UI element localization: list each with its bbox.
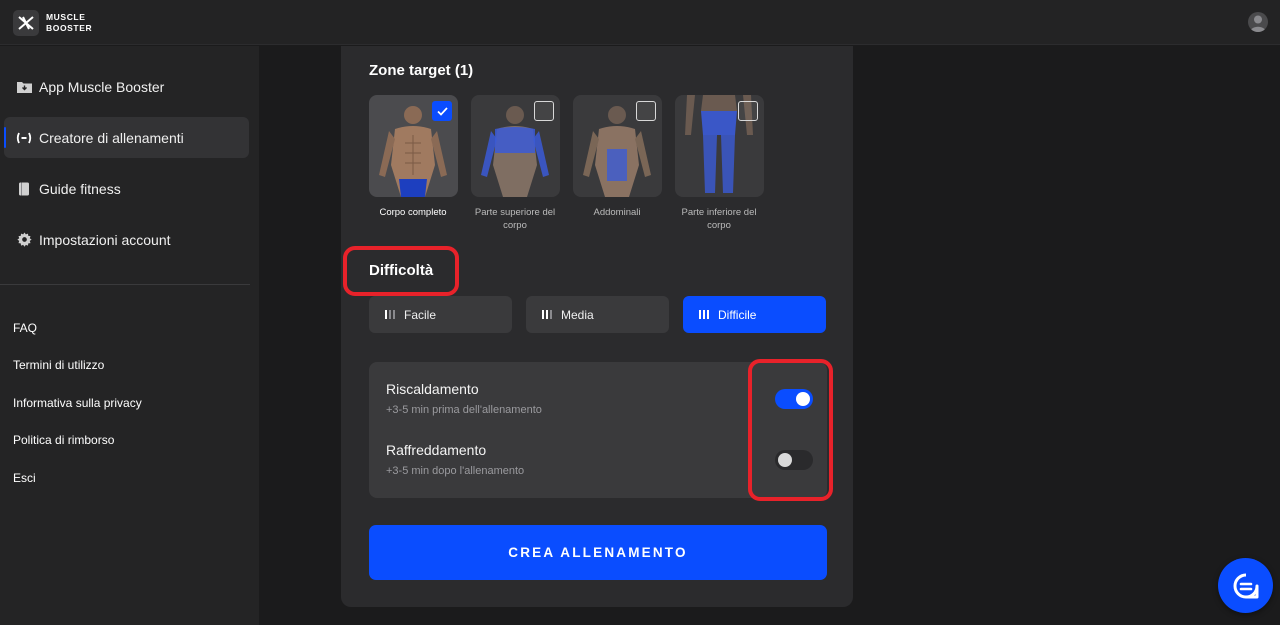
cooldown-subtitle: +3-5 min dopo l'allenamento	[386, 465, 525, 477]
folder-download-icon	[16, 79, 32, 95]
difficulty-bars-icon	[699, 310, 709, 319]
sidebar-item-label: Guide fitness	[39, 180, 121, 197]
workout-builder-card: Zone target (1) Corpo completo Parte sup…	[341, 46, 853, 607]
zone-checkbox[interactable]	[432, 101, 452, 121]
zone-checkbox[interactable]	[534, 101, 554, 121]
link-logout[interactable]: Esci	[13, 471, 36, 485]
difficulty-bars-icon	[385, 310, 395, 319]
link-terms[interactable]: Termini di utilizzo	[13, 358, 104, 372]
sidebar-item-app[interactable]: App Muscle Booster	[4, 66, 249, 107]
zone-checkbox[interactable]	[738, 101, 758, 121]
muscle-booster-logo-icon	[13, 10, 39, 36]
link-privacy[interactable]: Informativa sulla privacy	[13, 396, 142, 410]
sidebar-divider	[0, 284, 250, 285]
chat-support-button[interactable]	[1218, 558, 1273, 613]
zone-label: Parte inferiore del corpo	[681, 207, 757, 231]
link-refund[interactable]: Politica di rimborso	[13, 433, 114, 447]
gear-icon	[16, 232, 32, 248]
difficulty-option-easy[interactable]: Facile	[369, 296, 512, 333]
difficulty-label: Facile	[404, 307, 437, 322]
sidebar-item-guides[interactable]: Guide fitness	[4, 168, 249, 209]
zone-label: Corpo completo	[379, 207, 447, 218]
zone-upper-body[interactable]	[471, 95, 560, 197]
difficulty-option-medium[interactable]: Media	[526, 296, 669, 333]
zone-label: Parte superiore del corpo	[474, 207, 556, 231]
difficulty-bars-icon	[542, 310, 552, 319]
chat-icon	[1233, 573, 1258, 598]
zones-title: Zone target (1)	[369, 62, 474, 79]
difficulty-label: Media	[561, 307, 594, 322]
check-icon	[436, 106, 448, 116]
sidebar: App Muscle Booster Creatore di allenamen…	[0, 46, 259, 625]
zone-lower-body[interactable]	[675, 95, 764, 197]
warmup-title: Riscaldamento	[386, 381, 479, 397]
difficulty-label: Difficile	[718, 307, 757, 322]
sidebar-item-label: Creatore di allenamenti	[39, 129, 184, 146]
annotation-highlight-toggles	[748, 359, 833, 501]
sidebar-item-label: Impostazioni account	[39, 231, 171, 248]
sidebar-item-account-settings[interactable]: Impostazioni account	[4, 219, 249, 260]
avatar[interactable]	[1248, 12, 1268, 32]
zone-abs[interactable]	[573, 95, 662, 197]
link-faq[interactable]: FAQ	[13, 321, 37, 335]
top-bar: MUSCLE BOOSTER	[0, 0, 1280, 45]
cooldown-title: Raffreddamento	[386, 442, 487, 458]
zone-full-body[interactable]	[369, 95, 458, 197]
book-icon	[16, 181, 32, 197]
brand-logo[interactable]: MUSCLE BOOSTER	[13, 10, 106, 36]
sidebar-item-label: App Muscle Booster	[39, 78, 165, 95]
create-workout-button[interactable]: CREA ALLENAMENTO	[369, 525, 827, 580]
brand-line-1: MUSCLE	[46, 12, 86, 22]
annotation-highlight-difficulty	[343, 246, 459, 296]
brand-line-2: BOOSTER	[46, 23, 93, 33]
warmup-subtitle: +3-5 min prima dell'allenamento	[386, 404, 542, 416]
zone-label: Addominali	[593, 207, 641, 218]
workout-builder-icon	[16, 130, 32, 146]
sidebar-item-workout-builder[interactable]: Creatore di allenamenti	[4, 117, 249, 158]
zone-checkbox[interactable]	[636, 101, 656, 121]
difficulty-option-hard[interactable]: Difficile	[683, 296, 826, 333]
